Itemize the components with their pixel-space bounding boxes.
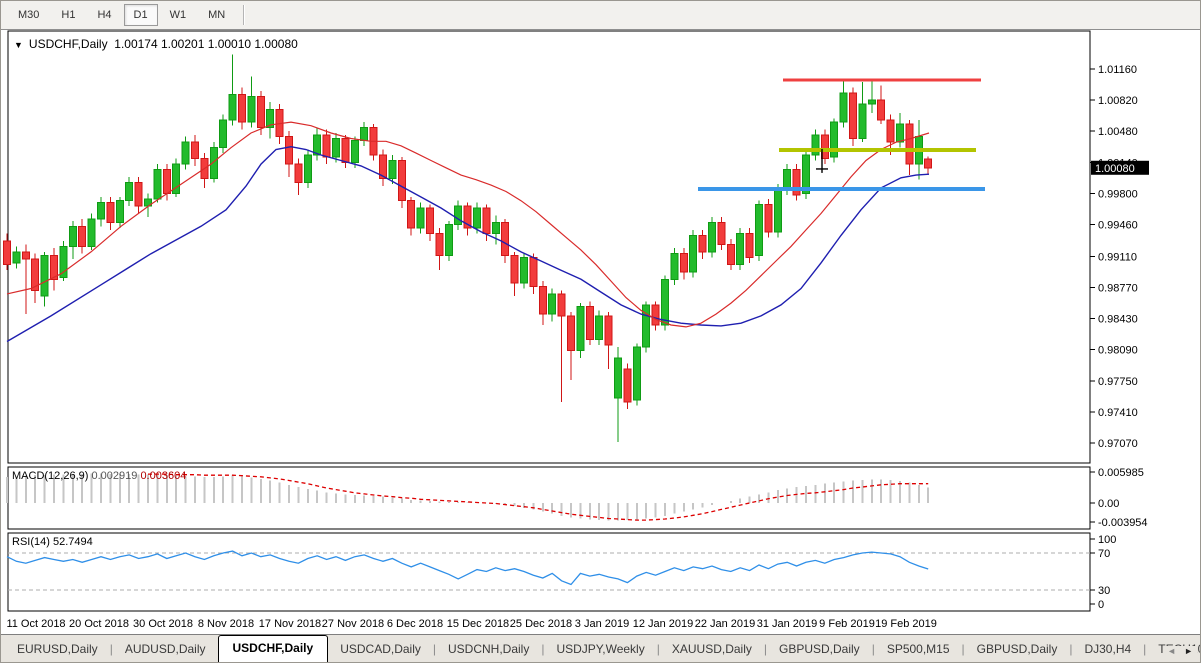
- y-axis-label: 0.97070: [1098, 438, 1138, 450]
- main-chart-panel: [8, 31, 1090, 463]
- mt4-window: M30H1H4D1W1MN 1.011601.008201.004801.001…: [0, 0, 1201, 663]
- y-axis-label: 1.00820: [1098, 95, 1138, 107]
- chart-tab-gbpusd-daily[interactable]: GBPUSD,Daily: [965, 637, 1070, 662]
- chart-tab-usdcnh-daily[interactable]: USDCNH,Daily: [436, 637, 541, 662]
- y-axis-label: 0.98090: [1098, 345, 1138, 357]
- date-axis-label: 17 Nov 2018: [259, 618, 321, 630]
- date-axis-label: 8 Nov 2018: [198, 618, 254, 630]
- chart-tab-sp500-m15[interactable]: SP500,M15: [875, 637, 962, 662]
- rsi-panel: [8, 533, 1090, 611]
- chart-dropdown-icon[interactable]: ▼: [14, 40, 23, 50]
- macd-main-value: 0.002919: [91, 470, 137, 482]
- y-axis-label: 0.98770: [1098, 283, 1138, 295]
- chart-tab-usdchf-daily[interactable]: USDCHF,Daily: [218, 635, 329, 662]
- date-axis-label: 22 Jan 2019: [695, 618, 756, 630]
- date-axis-label: 6 Dec 2018: [387, 618, 443, 630]
- y-axis-label: 0.97410: [1098, 407, 1138, 419]
- rsi-axis-label: 0: [1098, 599, 1104, 611]
- tab-scroll-buttons: ◄►: [1163, 646, 1197, 656]
- ohlc-quote: 1.00174 1.00201 1.00010 1.00080: [114, 37, 298, 51]
- chart-tab-xauusd-daily[interactable]: XAUUSD,Daily: [660, 637, 764, 662]
- tab-scroll-right-icon[interactable]: ►: [1180, 646, 1197, 656]
- date-axis-label: 25 Dec 2018: [510, 618, 572, 630]
- rsi-name: RSI(14): [12, 536, 50, 548]
- y-axis-label: 1.00480: [1098, 126, 1138, 138]
- chart-tab-bar: EURUSD,Daily|AUDUSD,DailyUSDCHF,DailyUSD…: [1, 634, 1200, 662]
- chart-tab-audusd-daily[interactable]: AUDUSD,Daily: [113, 637, 218, 662]
- current-price-text: 1.00080: [1095, 163, 1135, 175]
- chart-tab-usdcad-daily[interactable]: USDCAD,Daily: [328, 637, 433, 662]
- tab-scroll-left-icon[interactable]: ◄: [1163, 646, 1180, 656]
- date-axis-label: 31 Jan 2019: [757, 618, 818, 630]
- date-axis-label: 11 Oct 2018: [6, 618, 65, 630]
- y-axis-label: 0.98430: [1098, 314, 1138, 326]
- rsi-axis-label: 30: [1098, 585, 1110, 597]
- chart-tab-gbpusd-daily[interactable]: GBPUSD,Daily: [767, 637, 872, 662]
- chart-tab-eurusd-daily[interactable]: EURUSD,Daily: [5, 637, 110, 662]
- rsi-value: 52.7494: [53, 536, 93, 548]
- rsi-axis-label: 70: [1098, 548, 1110, 560]
- date-axis-label: 12 Jan 2019: [633, 618, 694, 630]
- macd-signal-value: 0.003604: [140, 470, 186, 482]
- macd-label: MACD(12,26,9) 0.002919 0.003604: [12, 470, 186, 482]
- y-axis-label: 0.97750: [1098, 376, 1138, 388]
- y-axis-label: 0.99110: [1098, 251, 1137, 263]
- chart-canvas[interactable]: 1.011601.008201.004801.001400.998000.994…: [1, 1, 1201, 636]
- date-axis-label: 20 Oct 2018: [69, 618, 129, 630]
- date-axis-label: 19 Feb 2019: [875, 618, 937, 630]
- macd-axis-label: 0.005985: [1098, 467, 1144, 479]
- date-axis-label: 3 Jan 2019: [575, 618, 629, 630]
- y-axis-label: 0.99460: [1098, 219, 1138, 231]
- chart-title: ▼ USDCHF,Daily 1.00174 1.00201 1.00010 1.…: [14, 37, 298, 51]
- y-axis-label: 1.01160: [1098, 64, 1137, 76]
- date-axis-label: 15 Dec 2018: [447, 618, 509, 630]
- macd-axis-label: 0.00: [1098, 498, 1119, 510]
- y-axis-label: 0.99800: [1098, 188, 1138, 200]
- date-axis-label: 9 Feb 2019: [819, 618, 875, 630]
- date-axis-label: 30 Oct 2018: [133, 618, 193, 630]
- macd-axis-label: -0.003954: [1098, 517, 1148, 529]
- symbol-period-label: USDCHF,Daily: [29, 37, 108, 51]
- macd-name: MACD(12,26,9): [12, 470, 88, 482]
- chart-tab-dj30-h4[interactable]: DJ30,H4: [1072, 637, 1143, 662]
- rsi-axis-label: 100: [1098, 534, 1116, 546]
- chart-tab-usdjpy-weekly[interactable]: USDJPY,Weekly: [544, 637, 656, 662]
- rsi-label: RSI(14) 52.7494: [12, 536, 93, 548]
- date-axis-label: 27 Nov 2018: [322, 618, 384, 630]
